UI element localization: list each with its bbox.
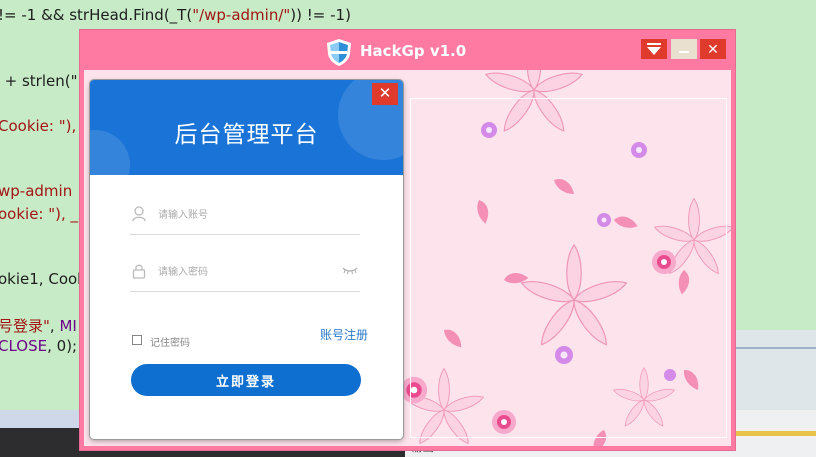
content-frame <box>410 98 727 438</box>
window-title: HackGp v1.0 <box>360 42 467 60</box>
account-field[interactable] <box>130 194 360 235</box>
remember-checkbox[interactable] <box>132 335 142 345</box>
register-link[interactable]: 账号注册 <box>320 326 368 343</box>
login-dialog: 后台管理平台 ✕ 记住密码 账号注册 立即登录 <box>90 80 403 439</box>
code-line: ookie: "), _ <box>0 205 79 223</box>
code-line: okie1, Cook <box>0 270 86 288</box>
menu-button[interactable] <box>641 39 667 59</box>
password-field[interactable] <box>130 251 360 292</box>
account-input[interactable] <box>156 204 340 226</box>
user-icon <box>132 206 146 222</box>
editor-bottom-tab <box>0 410 80 428</box>
code-line: 号登录", MI <box>0 317 77 335</box>
code-line: Cookie: "), _ <box>0 117 89 135</box>
editor-side-panel <box>735 330 816 410</box>
login-title: 后台管理平台 <box>174 122 319 148</box>
lock-icon <box>132 264 146 279</box>
remember-label: 记住密码 <box>150 338 190 349</box>
code-line: CLOSE, 0); <box>0 337 78 355</box>
code-line: != -1 && strHead.Find(_T("/wp-admin/")) … <box>0 6 351 24</box>
minimize-button[interactable] <box>671 39 697 59</box>
eye-closed-icon[interactable] <box>342 265 358 275</box>
dialog-close-button[interactable]: ✕ <box>372 83 398 105</box>
close-button[interactable]: ✕ <box>700 39 726 59</box>
editor-divider <box>735 347 816 349</box>
minimize-icon <box>679 51 689 53</box>
login-button[interactable]: 立即登录 <box>131 364 361 396</box>
code-line: wp-admin <box>0 182 73 200</box>
dropdown-icon <box>647 43 661 55</box>
code-line: ) + strlen(" <box>0 72 78 90</box>
password-input[interactable] <box>156 261 340 283</box>
login-header: 后台管理平台 ✕ <box>90 80 403 175</box>
shield-icon <box>327 39 351 66</box>
window-titlebar[interactable]: HackGp v1.0 ✕ <box>80 30 735 70</box>
